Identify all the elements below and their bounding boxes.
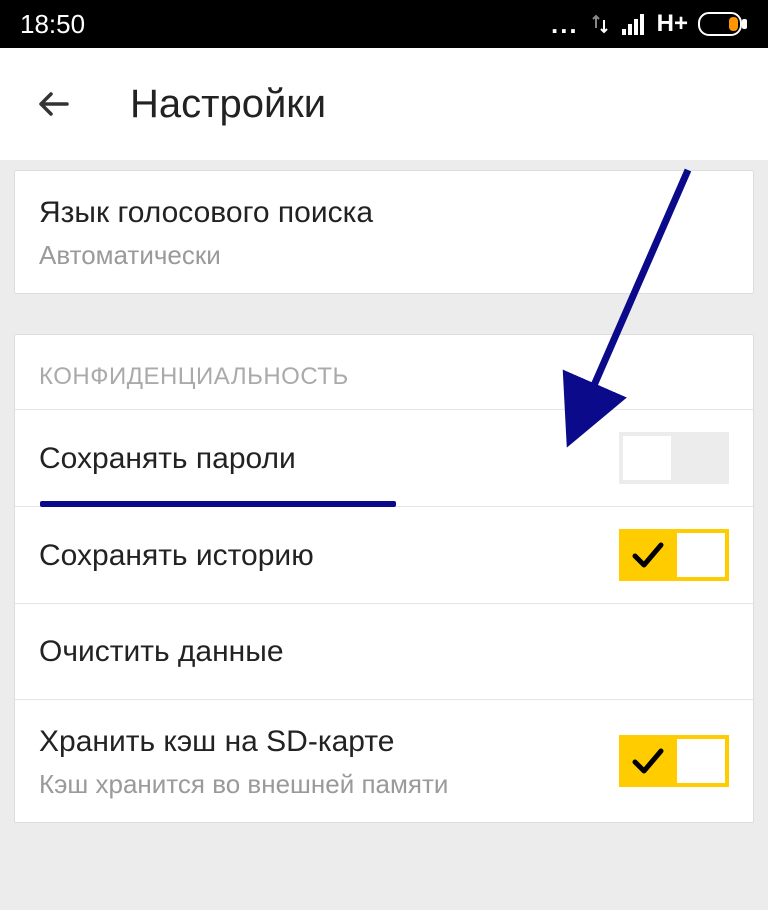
toggle-thumb [677, 739, 725, 783]
status-time: 18:50 [20, 9, 85, 40]
row-voice-language[interactable]: Язык голосового поиска Автоматически [15, 171, 753, 293]
toggle-thumb [623, 436, 671, 480]
voice-language-title: Язык голосового поиска [39, 193, 729, 232]
signal-icon [621, 13, 647, 35]
row-cache-sd[interactable]: Хранить кэш на SD-карте Кэш хранится во … [15, 700, 753, 822]
page-title: Настройки [130, 82, 326, 127]
voice-language-value: Автоматически [39, 240, 729, 271]
card-privacy: КОНФИДЕНЦИАЛЬНОСТЬ Сохранять пароли Сохр… [14, 334, 754, 823]
check-icon [631, 538, 665, 572]
section-header-privacy: КОНФИДЕНЦИАЛЬНОСТЬ [15, 335, 753, 410]
save-history-label: Сохранять историю [39, 536, 619, 575]
toggle-save-passwords[interactable] [619, 432, 729, 484]
arrow-left-icon [35, 84, 75, 124]
save-passwords-label: Сохранять пароли [39, 439, 619, 478]
battery-icon [698, 12, 748, 36]
card-voice-search: Язык голосового поиска Автоматически [14, 170, 754, 294]
status-indicators: ... H+ [551, 9, 748, 40]
status-bar: 18:50 ... H+ [0, 0, 768, 48]
cache-sd-label: Хранить кэш на SD-карте [39, 722, 619, 761]
app-bar: Настройки [0, 48, 768, 160]
back-button[interactable] [30, 79, 80, 129]
network-type: H+ [657, 10, 688, 38]
toggle-save-history[interactable] [619, 529, 729, 581]
toggle-thumb [677, 533, 725, 577]
row-save-history[interactable]: Сохранять историю [15, 507, 753, 604]
row-clear-data[interactable]: Очистить данные [15, 604, 753, 700]
clear-data-label: Очистить данные [39, 632, 729, 671]
cache-sd-sub: Кэш хранится во внешней памяти [39, 769, 619, 800]
toggle-cache-sd[interactable] [619, 735, 729, 787]
row-save-passwords[interactable]: Сохранять пароли [15, 410, 753, 507]
data-arrows-icon [589, 13, 611, 35]
more-icon: ... [551, 9, 579, 40]
check-icon [631, 744, 665, 778]
